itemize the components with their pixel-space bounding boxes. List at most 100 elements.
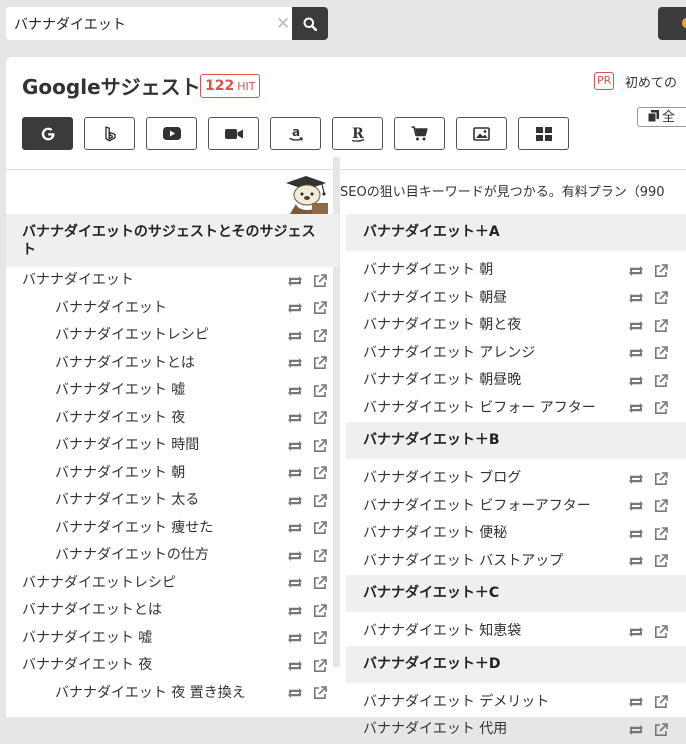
external-link-icon[interactable] [313, 411, 327, 425]
tab-amazon[interactable]: a [270, 117, 321, 150]
suggest-keyword[interactable]: バナナダイエット 朝昼 [363, 290, 507, 306]
list-item[interactable]: バナナダイエット ビフォー アフター [346, 395, 686, 423]
suggest-keyword[interactable]: バナナダイエット 知恵袋 [363, 623, 521, 639]
reload-icon[interactable] [286, 466, 304, 480]
list-item[interactable]: バナナダイエットの仕方 [6, 542, 339, 570]
tab-google[interactable] [22, 117, 73, 150]
external-link-icon[interactable] [654, 401, 668, 415]
reload-icon[interactable] [627, 264, 645, 278]
suggest-keyword[interactable]: バナナダイエット 朝と夜 [363, 317, 521, 333]
copy-all-button[interactable]: 全 [637, 107, 686, 127]
external-link-icon[interactable] [313, 273, 327, 288]
tab-video[interactable] [208, 117, 259, 150]
suggest-keyword[interactable]: バナナダイエットレシピ [22, 575, 176, 591]
reload-icon[interactable] [627, 401, 645, 415]
reload-icon[interactable] [286, 494, 304, 508]
list-item[interactable]: バナナダイエット 朝 [6, 460, 339, 488]
external-link-icon[interactable] [654, 526, 668, 541]
external-link-icon[interactable] [313, 658, 327, 673]
suggest-keyword[interactable]: バナナダイエットの仕方 [55, 547, 209, 563]
suggest-keyword[interactable]: バナナダイエット ブログ [363, 470, 521, 486]
external-link-icon[interactable] [313, 631, 327, 645]
suggest-keyword[interactable]: バナナダイエット バストアップ [363, 553, 563, 569]
reload-icon[interactable] [627, 527, 645, 541]
external-link-icon[interactable] [654, 291, 668, 305]
reload-icon[interactable] [286, 384, 304, 398]
external-link-icon[interactable] [313, 328, 327, 343]
tab-rakuten[interactable]: R [332, 117, 383, 150]
list-item[interactable]: バナナダイエット ブログ [346, 465, 686, 493]
external-link-icon[interactable] [313, 576, 327, 590]
suggest-keyword[interactable]: バナナダイエット デメリット [363, 694, 549, 710]
list-item[interactable]: バナナダイエットとは [6, 597, 339, 625]
clear-icon[interactable]: ✕ [276, 14, 290, 34]
list-item[interactable]: バナナダイエットとは [6, 350, 339, 378]
list-item[interactable]: バナナダイエット [6, 267, 339, 295]
list-item[interactable]: バナナダイエット 嘘 [6, 625, 339, 653]
reload-icon[interactable] [627, 472, 645, 486]
search-button[interactable] [292, 7, 328, 40]
suggest-keyword[interactable]: バナナダイエット [22, 272, 134, 288]
list-item[interactable]: バナナダイエット 時間 [6, 432, 339, 460]
suggest-keyword[interactable]: バナナダイエット 朝 [55, 465, 185, 481]
tab-bing[interactable] [84, 117, 135, 150]
list-item[interactable]: バナナダイエット 朝昼 [346, 285, 686, 313]
suggest-keyword[interactable]: バナナダイエット 時間 [55, 437, 199, 453]
list-item[interactable]: バナナダイエット [6, 295, 339, 323]
list-item[interactable]: バナナダイエット 嘘 [6, 377, 339, 405]
suggest-keyword[interactable]: バナナダイエット 便秘 [363, 525, 507, 541]
pr-link[interactable]: 初めての [625, 72, 677, 91]
list-item[interactable]: バナナダイエット 夜 [6, 405, 339, 433]
external-link-icon[interactable] [313, 603, 327, 618]
menu-button[interactable] [658, 7, 686, 40]
tab-shopping[interactable] [394, 117, 445, 150]
suggest-keyword[interactable]: バナナダイエット 嘘 [55, 382, 185, 398]
search-input[interactable] [14, 14, 264, 34]
external-link-icon[interactable] [654, 373, 668, 388]
reload-icon[interactable] [286, 411, 304, 425]
external-link-icon[interactable] [654, 695, 668, 709]
tab-youtube[interactable] [146, 117, 197, 150]
suggest-keyword[interactable]: バナナダイエット [55, 300, 167, 316]
suggest-keyword[interactable]: バナナダイエット 痩せた [55, 520, 213, 536]
reload-icon[interactable] [286, 439, 304, 453]
reload-icon[interactable] [627, 625, 645, 639]
external-link-icon[interactable] [313, 466, 327, 480]
reload-icon[interactable] [286, 604, 304, 618]
suggest-keyword[interactable]: バナナダイエット アレンジ [363, 345, 535, 361]
reload-icon[interactable] [627, 374, 645, 388]
reload-icon[interactable] [627, 723, 645, 737]
suggest-keyword[interactable]: バナナダイエット 代用 [363, 721, 507, 737]
suggest-keyword[interactable]: バナナダイエットレシピ [55, 327, 209, 343]
list-item[interactable]: バナナダイエット 朝と夜 [346, 312, 686, 340]
external-link-icon[interactable] [313, 493, 327, 508]
reload-icon[interactable] [627, 319, 645, 333]
list-item[interactable]: バナナダイエット 知恵袋 [346, 618, 686, 646]
external-link-icon[interactable] [313, 301, 327, 315]
external-link-icon[interactable] [313, 438, 327, 453]
reload-icon[interactable] [627, 346, 645, 360]
reload-icon[interactable] [627, 554, 645, 568]
list-item[interactable]: バナナダイエットレシピ [6, 570, 339, 598]
suggest-keyword[interactable]: バナナダイエット 夜 [22, 657, 152, 673]
reload-icon[interactable] [286, 329, 304, 343]
list-item[interactable]: バナナダイエット 代用 [346, 716, 686, 744]
reload-icon[interactable] [286, 274, 304, 288]
reload-icon[interactable] [286, 549, 304, 563]
list-item[interactable]: バナナダイエット 朝昼晩 [346, 367, 686, 395]
reload-icon[interactable] [627, 499, 645, 513]
list-item[interactable]: バナナダイエット 夜 [6, 652, 339, 680]
list-item[interactable]: バナナダイエット 朝 [346, 257, 686, 285]
reload-icon[interactable] [286, 356, 304, 370]
external-link-icon[interactable] [313, 383, 327, 398]
external-link-icon[interactable] [654, 471, 668, 486]
reload-icon[interactable] [286, 576, 304, 590]
external-link-icon[interactable] [654, 722, 668, 737]
suggest-keyword[interactable]: バナナダイエット ビフォーアフター [363, 498, 591, 514]
reload-icon[interactable] [627, 291, 645, 305]
reload-icon[interactable] [286, 686, 304, 700]
reload-icon[interactable] [286, 521, 304, 535]
suggest-keyword[interactable]: バナナダイエット 夜 置き換え [55, 685, 246, 701]
reload-icon[interactable] [286, 659, 304, 673]
list-item[interactable]: バナナダイエット ビフォーアフター [346, 493, 686, 521]
